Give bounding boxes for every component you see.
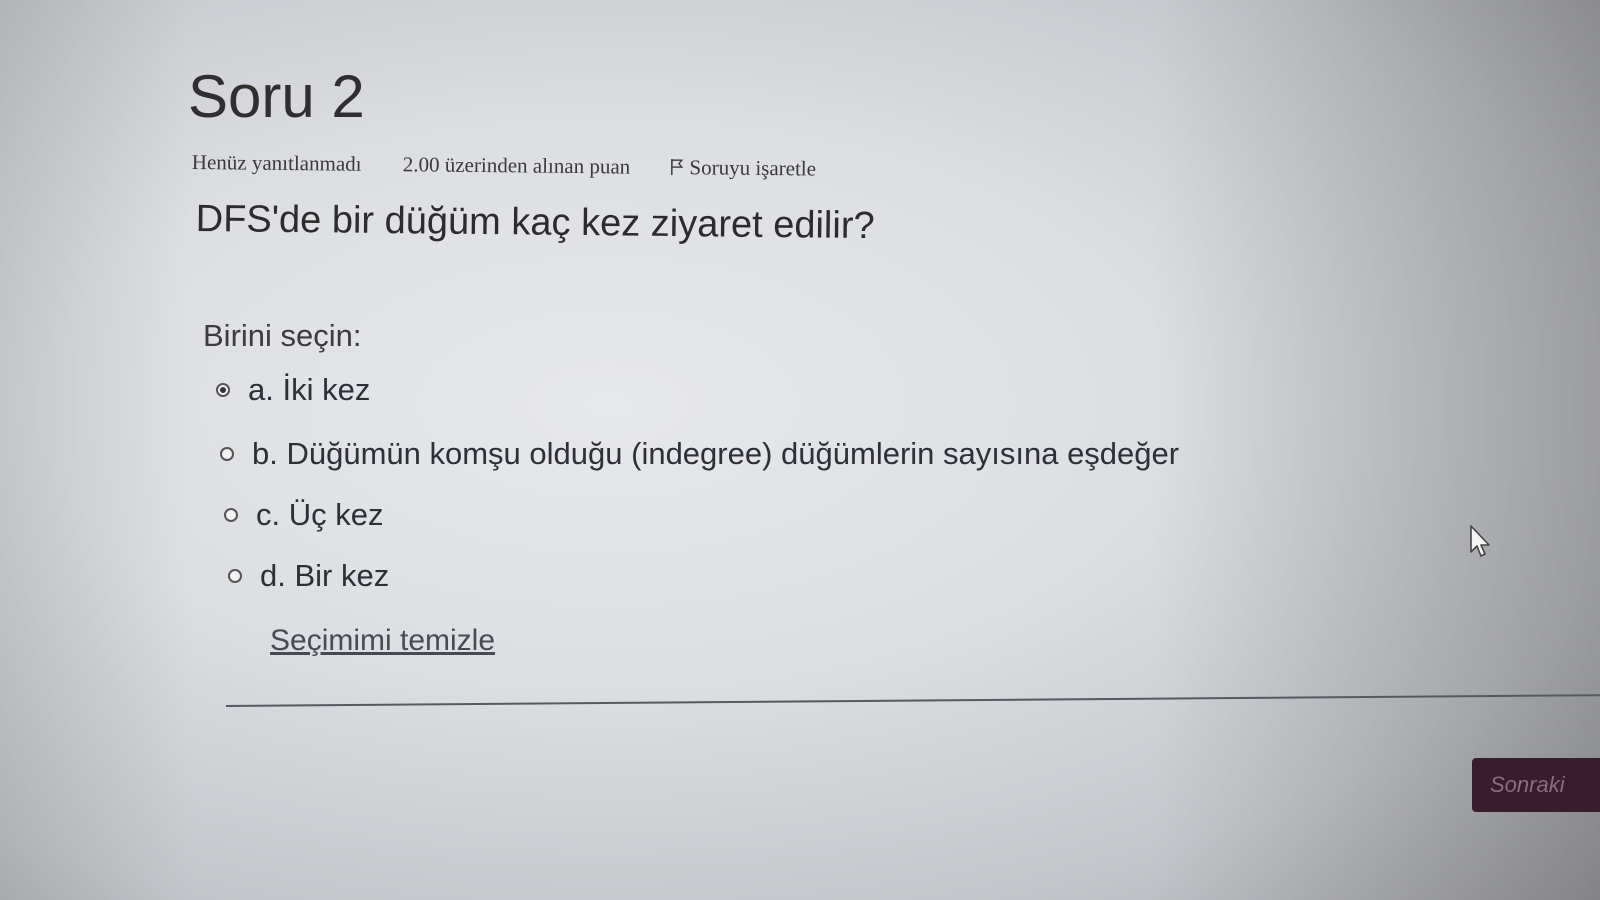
question-status: Henüz yanıtlanmadı xyxy=(191,150,362,176)
answer-option-b[interactable]: b. Düğümün komşu olduğu (indegree) düğüm… xyxy=(220,436,1179,472)
mouse-pointer-icon xyxy=(1468,524,1494,565)
answer-radio-d[interactable] xyxy=(228,569,242,583)
answer-radio-c[interactable] xyxy=(224,508,238,522)
answer-radio-a[interactable] xyxy=(216,383,230,397)
answer-label-d: d. Bir kez xyxy=(260,558,390,593)
answer-label-b: b. Düğümün komşu olduğu (indegree) düğüm… xyxy=(252,436,1180,471)
question-info: Henüz yanıtlanmadı 2.00 üzerinden alınan… xyxy=(192,150,816,184)
question-title: Soru 2 xyxy=(188,63,365,130)
answer-option-d[interactable]: d. Bir kez xyxy=(228,558,389,594)
question-block: Soru 2 Henüz yanıtlanmadı 2.00 üzerinden… xyxy=(0,0,1600,900)
next-button[interactable]: Sonraki xyxy=(1472,758,1600,812)
answer-radio-b[interactable] xyxy=(220,447,234,461)
flag-icon xyxy=(669,157,684,182)
answer-label-c: c. Üç kez xyxy=(256,497,384,532)
answer-option-c[interactable]: c. Üç kez xyxy=(224,497,383,533)
clear-choice-link[interactable]: Seçimimi temizle xyxy=(270,624,495,658)
answer-label-a: a. İki kez xyxy=(248,372,371,407)
answer-prompt: Birini seçin: xyxy=(203,318,362,353)
question-divider xyxy=(226,694,1600,707)
flag-question-link[interactable]: Soruyu işaretle xyxy=(669,155,816,181)
answer-option-a[interactable]: a. İki kez xyxy=(216,372,370,408)
question-text: DFS'de bir düğüm kaç kez ziyaret edilir? xyxy=(195,198,875,248)
question-grade: 2.00 üzerinden alınan puan xyxy=(402,152,631,179)
flag-question-label: Soruyu işaretle xyxy=(689,155,817,181)
